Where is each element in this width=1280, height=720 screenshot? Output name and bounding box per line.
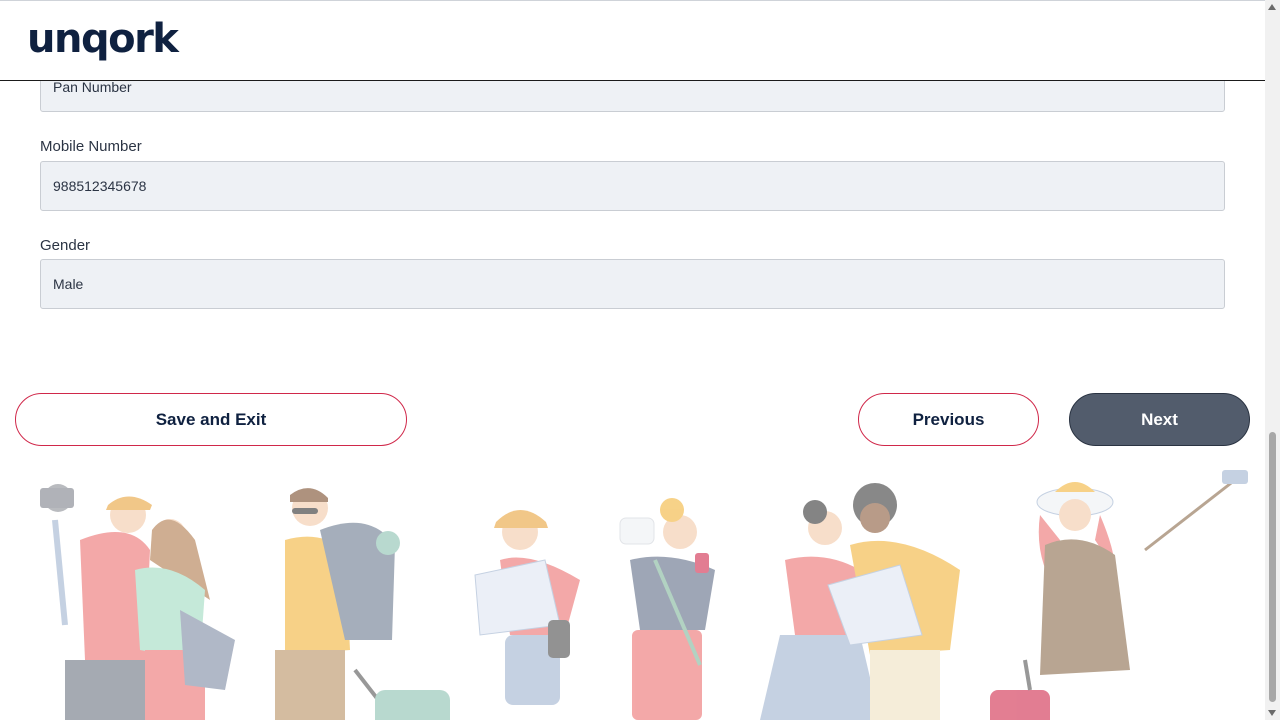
- gender-label: Gender: [40, 237, 91, 254]
- scroll-down-arrow-icon[interactable]: [1268, 710, 1276, 716]
- couple-with-map-figure: [760, 483, 960, 720]
- next-button[interactable]: Next: [1069, 393, 1250, 446]
- scroll-up-arrow-icon[interactable]: [1268, 4, 1276, 10]
- couple-with-camera-figure: [40, 484, 235, 720]
- travelers-illustration: [40, 470, 1248, 720]
- backpacker-figure: [275, 488, 450, 720]
- page-scrollbar[interactable]: [1265, 0, 1280, 720]
- woman-with-selfie-stick-figure: [990, 470, 1248, 720]
- gender-field[interactable]: [40, 259, 1225, 309]
- unqork-logo[interactable]: unqork: [27, 14, 179, 64]
- header: unqork: [0, 0, 1265, 81]
- previous-button[interactable]: Previous: [858, 393, 1039, 446]
- girl-with-phone-figure: [619, 498, 715, 720]
- mobile-number-field[interactable]: [40, 161, 1225, 211]
- save-and-exit-button[interactable]: Save and Exit: [15, 393, 407, 446]
- mobile-number-label: Mobile Number: [40, 138, 142, 155]
- scroll-thumb[interactable]: [1269, 432, 1276, 702]
- girl-with-map-figure: [474, 510, 580, 705]
